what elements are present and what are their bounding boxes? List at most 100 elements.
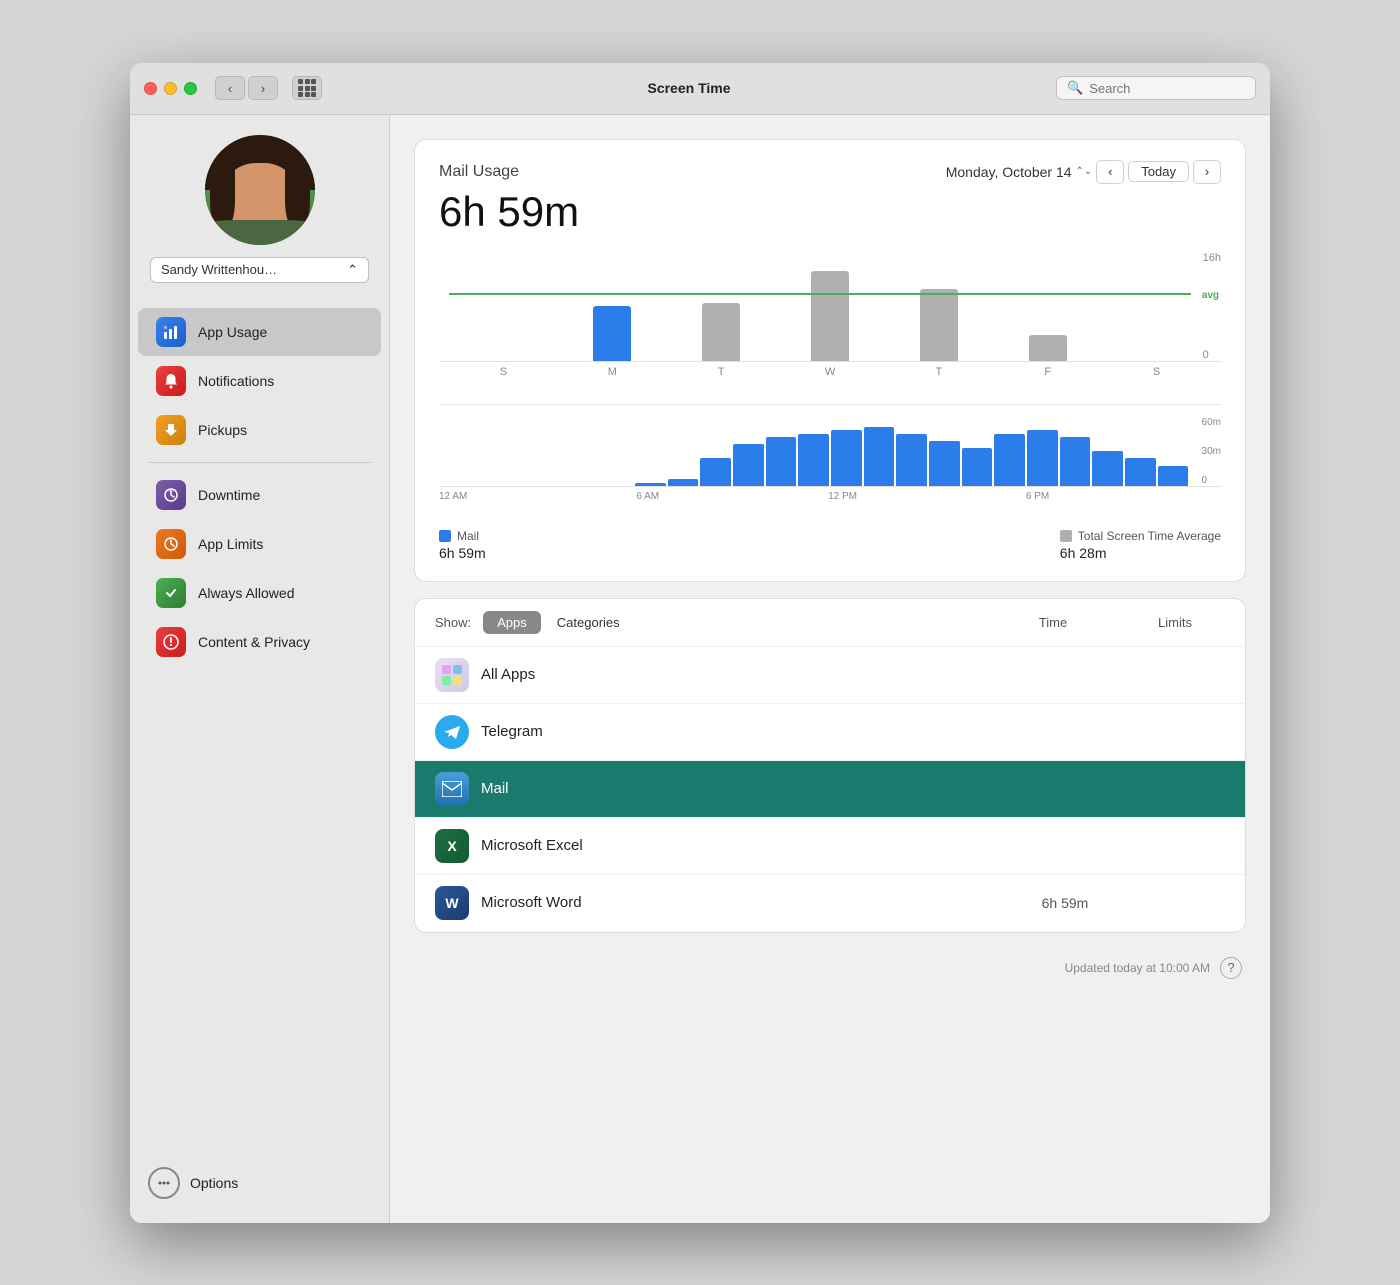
traffic-lights [144, 82, 197, 95]
mail-icon [435, 772, 469, 806]
sidebar-item-label: App Limits [198, 536, 263, 552]
date-label: Monday, October 14 ⌃⌄ [946, 164, 1093, 180]
app-row-all-apps[interactable]: All Apps [415, 647, 1245, 704]
grid-icon [298, 79, 316, 97]
app-list-section: Show: Apps Categories Time Limits [414, 598, 1246, 933]
day-t1: T [667, 366, 776, 378]
prev-date-button[interactable]: ‹ [1096, 160, 1124, 184]
minimize-button[interactable] [164, 82, 177, 95]
nav-divider [148, 462, 371, 463]
sidebar-item-downtime[interactable]: Downtime [138, 471, 381, 519]
day-w: W [776, 366, 885, 378]
avatar [205, 135, 315, 245]
sidebar-item-label: Content & Privacy [198, 634, 310, 650]
nav-buttons: ‹ › [215, 76, 278, 100]
back-button[interactable]: ‹ [215, 76, 245, 100]
legend-avg-value: 6h 28m [1060, 545, 1221, 561]
date-chevron[interactable]: ⌃⌄ [1076, 166, 1093, 177]
app-name-all-apps: All Apps [481, 666, 1005, 683]
app-name-mail: Mail [481, 780, 1005, 797]
user-selector[interactable]: Sandy Writtenhou… ⌃ [150, 257, 369, 283]
legend-mail-value: 6h 59m [439, 545, 486, 561]
user-chevron: ⌃ [347, 262, 358, 278]
app-name-word: Microsoft Word [481, 894, 1005, 911]
app-row-microsoft-excel[interactable]: X Microsoft Excel [415, 818, 1245, 875]
next-date-button[interactable]: › [1193, 160, 1221, 184]
show-label: Show: [435, 615, 471, 630]
hourly-inner: 60m 30m 0 [439, 417, 1221, 487]
hour-label-6pm: 6 PM [1026, 491, 1049, 502]
avg-line [449, 293, 1191, 295]
titlebar: ‹ › Screen Time 🔍 [130, 63, 1270, 115]
excel-icon: X [435, 829, 469, 863]
chart-header: Mail Usage Monday, October 14 ⌃⌄ ‹ Today… [439, 160, 1221, 184]
fullscreen-button[interactable] [184, 82, 197, 95]
right-panel: Mail Usage Monday, October 14 ⌃⌄ ‹ Today… [390, 115, 1270, 1223]
col-limits-header: Limits [1125, 615, 1225, 630]
tab-apps[interactable]: Apps [483, 611, 541, 634]
close-button[interactable] [144, 82, 157, 95]
word-icon: W [435, 886, 469, 920]
bar-group-s2 [1102, 252, 1211, 361]
chart-card: Mail Usage Monday, October 14 ⌃⌄ ‹ Today… [414, 139, 1246, 582]
grid-view-button[interactable] [292, 76, 322, 100]
tab-categories[interactable]: Categories [543, 611, 634, 634]
hour-labels: 12 AM 6 AM 12 PM 6 PM . [439, 491, 1221, 502]
app-name-telegram: Telegram [481, 723, 1005, 740]
date-nav: Monday, October 14 ⌃⌄ ‹ Today › [946, 160, 1221, 184]
sidebar-item-content-privacy[interactable]: Content & Privacy [138, 618, 381, 666]
day-labels: S M T W T F S [439, 362, 1221, 378]
weekly-chart: avg [439, 252, 1221, 392]
search-input[interactable] [1089, 81, 1245, 96]
sidebar-item-label: Always Allowed [198, 585, 295, 601]
legend-mail-row: Mail [439, 529, 486, 543]
app-row-telegram[interactable]: Telegram [415, 704, 1245, 761]
sidebar-item-label: App Usage [198, 324, 267, 340]
chart-divider [439, 404, 1221, 405]
legend-avg: Total Screen Time Average 6h 28m [1060, 529, 1221, 561]
options-icon [148, 1167, 180, 1199]
options-item[interactable]: Options [148, 1161, 371, 1205]
hour-label-12am: 12 AM [439, 491, 467, 502]
search-icon: 🔍 [1067, 80, 1083, 96]
sidebar-item-pickups[interactable]: Pickups [138, 406, 381, 454]
sidebar-item-notifications[interactable]: Notifications [138, 357, 381, 405]
hourly-chart: 60m 30m 0 12 AM 6 AM 12 PM 6 PM . [439, 417, 1221, 517]
sidebar-item-app-limits[interactable]: App Limits [138, 520, 381, 568]
sidebar-item-label: Notifications [198, 373, 274, 389]
user-section: Sandy Writtenhou… ⌃ [130, 135, 389, 303]
bar-group-t2 [884, 252, 993, 361]
sidebar-item-app-usage[interactable]: App Usage [138, 308, 381, 356]
sidebar-item-label: Downtime [198, 487, 260, 503]
main-content: Sandy Writtenhou… ⌃ App Usage [130, 115, 1270, 1223]
bar-group-m [558, 252, 667, 361]
all-apps-icon [435, 658, 469, 692]
legend-mail-label: Mail [457, 529, 479, 543]
bar-group-s [449, 252, 558, 361]
app-list: All Apps Telegram [415, 647, 1245, 932]
col-time-header: Time [993, 615, 1113, 630]
day-t2: T [884, 366, 993, 378]
hour-label-6am: 6 AM [636, 491, 659, 502]
notifications-icon [156, 366, 186, 396]
day-s2: S [1102, 366, 1211, 378]
day-s: S [449, 366, 558, 378]
legend-mail: Mail 6h 59m [439, 529, 486, 561]
telegram-icon [435, 715, 469, 749]
pickups-icon [156, 415, 186, 445]
app-row-microsoft-word[interactable]: W Microsoft Word 6h 59m [415, 875, 1245, 932]
panel-footer: Updated today at 10:00 AM ? [414, 949, 1246, 979]
day-m: M [558, 366, 667, 378]
app-row-mail[interactable]: Mail [415, 761, 1245, 818]
user-name: Sandy Writtenhou… [161, 262, 277, 277]
app-usage-icon [156, 317, 186, 347]
hour-label-12pm: 12 PM [828, 491, 857, 502]
help-button[interactable]: ? [1220, 957, 1242, 979]
search-bar[interactable]: 🔍 [1056, 76, 1256, 100]
chart-title: Mail Usage [439, 163, 519, 181]
downtime-icon [156, 480, 186, 510]
forward-button[interactable]: › [248, 76, 278, 100]
app-name-excel: Microsoft Excel [481, 837, 1005, 854]
today-button[interactable]: Today [1128, 161, 1189, 182]
sidebar-item-always-allowed[interactable]: Always Allowed [138, 569, 381, 617]
